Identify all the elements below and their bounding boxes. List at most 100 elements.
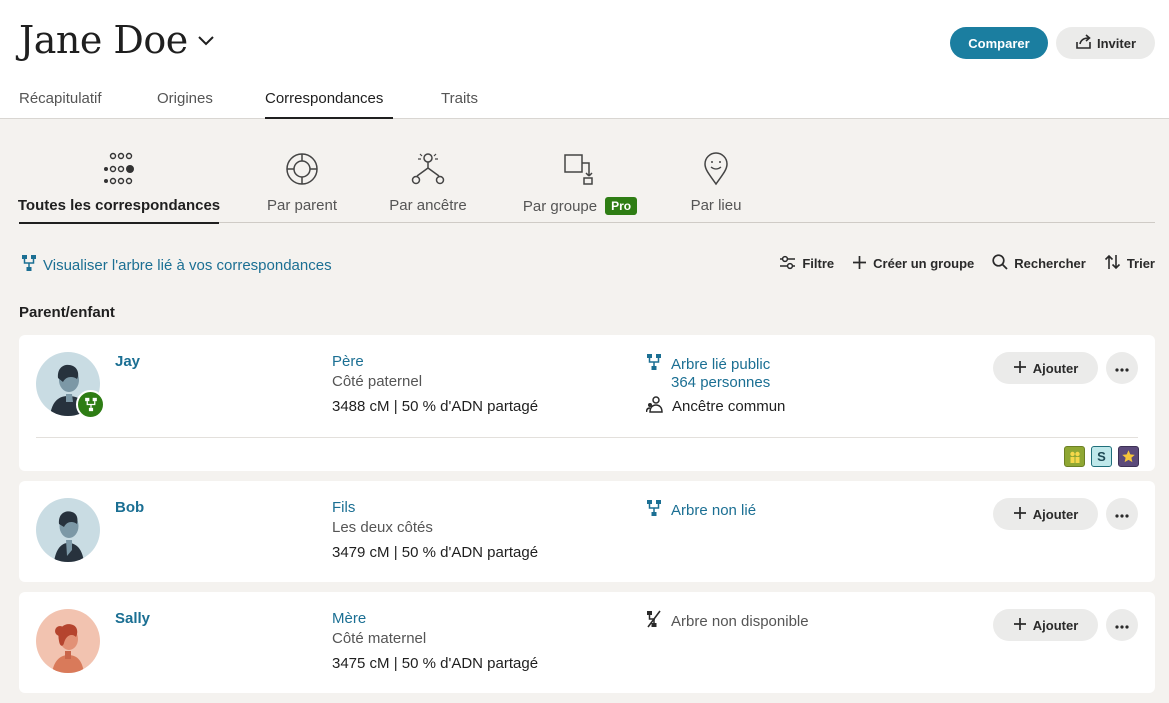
avatar[interactable] [36,498,100,562]
add-button[interactable]: Ajouter [993,498,1098,530]
main-tabs: Récapitulatif Origines Correspondances T… [19,90,481,119]
subtab-label: Par ancêtre [389,197,467,214]
plus-icon [1013,506,1027,523]
match-relationship[interactable]: Fils [332,499,355,516]
match-toolbar: Filtre Créer un groupe Rechercher Trier [779,254,1155,273]
tab-traits[interactable]: Traits [441,90,481,119]
matches-content: Toutes les correspondances Par parent Pa… [0,119,1169,703]
match-name[interactable]: Bob [115,499,144,516]
tree-status-link[interactable]: Arbre lié public [646,353,770,375]
section-title: Parent/enfant [19,304,115,321]
match-badges: S [1064,446,1139,467]
tab-label: Correspondances [265,90,384,107]
tree-unavailable-icon [646,610,662,632]
sort-label: Trier [1126,256,1155,271]
subtab-label: Par lieu [690,197,742,214]
sort-arrows-icon [1104,254,1121,273]
match-relationship[interactable]: Mère [332,610,366,627]
subtab-by-parent[interactable]: Par parent [265,149,339,223]
tree-status-link[interactable]: Arbre non lié [646,499,756,521]
sort-button[interactable]: Trier [1104,254,1155,273]
tree-icon [646,499,662,521]
tab-label: Origines [157,90,213,107]
ancestor-branch-icon [386,149,470,189]
sliders-icon [779,255,796,273]
search-icon [992,254,1008,273]
tree-status-label: Arbre lié public [671,355,771,373]
people-icon [645,396,664,417]
tree-persons-count[interactable]: 364 personnes [671,374,770,391]
card-divider [36,437,1138,438]
common-ancestor-label: Ancêtre commun [672,398,786,415]
plus-icon [852,255,867,273]
more-horizontal-icon [1115,505,1129,523]
shared-dna: 3475 cM | 50 % d'ADN partagé [332,655,539,672]
share-icon [1075,33,1092,53]
match-side: Les deux côtés [332,519,433,536]
match-filter-tabs: Toutes les correspondances Par parent Pa… [17,149,1155,224]
match-name[interactable]: Sally [115,610,150,627]
add-button-label: Ajouter [1032,360,1079,376]
avatar[interactable] [36,609,100,673]
match-card: Bob Fils Les deux côtés 3479 cM | 50 % d… [19,481,1155,582]
family-badge-icon[interactable] [1064,446,1085,467]
tree-icon [646,353,662,375]
create-group-button[interactable]: Créer un groupe [852,255,974,273]
location-pin-icon [690,149,742,189]
tree-icon [21,254,37,276]
match-relationship[interactable]: Père [332,353,364,370]
add-button[interactable]: Ajouter [993,609,1098,641]
common-ancestor[interactable]: Ancêtre commun [645,396,786,417]
star-badge-icon[interactable] [1118,446,1139,467]
subtab-by-ancestor[interactable]: Par ancêtre [386,149,470,223]
match-card: Jay Père Côté paternel 3488 cM | 50 % d'… [19,335,1155,471]
subtab-by-location[interactable]: Par lieu [690,149,742,223]
tab-recapitulatif[interactable]: Récapitulatif [19,90,157,119]
compare-button-label: Comparer [968,35,1030,51]
linked-tree-badge [76,390,105,419]
profile-name[interactable]: Jane Doe [19,18,188,62]
more-horizontal-icon [1115,359,1129,377]
more-options-button[interactable] [1106,609,1138,641]
page-header: Jane Doe Comparer Inviter Récapitulatif … [0,0,1169,119]
add-button-label: Ajouter [1032,506,1079,522]
pro-badge: Pro [605,197,638,215]
more-options-button[interactable] [1106,498,1138,530]
parent-circle-icon [265,149,339,189]
search-label: Rechercher [1014,256,1086,271]
filter-label: Filtre [802,256,835,271]
tab-origines[interactable]: Origines [157,90,265,119]
view-linked-tree-link[interactable]: Visualiser l'arbre lié à vos corresponda… [21,254,332,276]
profile-name-selector[interactable]: Jane Doe [19,18,214,62]
filter-button[interactable]: Filtre [779,255,834,273]
more-options-button[interactable] [1106,352,1138,384]
match-card: Sally Mère Côté maternel 3475 cM | 50 % … [19,592,1155,693]
chevron-down-icon[interactable] [198,33,214,51]
invite-button-label: Inviter [1096,35,1136,51]
s-badge[interactable]: S [1091,446,1112,467]
match-name[interactable]: Jay [115,353,140,370]
subtab-all-matches[interactable]: Toutes les correspondances [17,149,221,224]
subtab-label: Toutes les correspondances [17,197,221,214]
tree-status-label: Arbre non lié [671,501,757,519]
tab-label: Récapitulatif [19,90,102,107]
more-horizontal-icon [1115,616,1129,634]
tab-correspondances[interactable]: Correspondances [265,90,393,119]
group-squares-icon [518,149,642,189]
shared-dna: 3479 cM | 50 % d'ADN partagé [332,544,539,561]
dots-cluster-icon [19,149,219,189]
create-group-label: Créer un groupe [873,256,975,271]
match-side: Côté maternel [332,630,427,647]
add-button[interactable]: Ajouter [993,352,1098,384]
subtab-by-group[interactable]: Par groupe Pro [518,149,642,223]
subtab-label: Par parent [266,197,338,214]
tree-status: Arbre non disponible [646,610,809,632]
tab-label: Traits [441,90,478,107]
search-button[interactable]: Rechercher [992,254,1086,273]
plus-icon [1013,617,1027,634]
compare-button[interactable]: Comparer [950,27,1048,59]
view-linked-tree-label: Visualiser l'arbre lié à vos corresponda… [43,256,332,274]
plus-icon [1013,360,1027,377]
tree-status-label: Arbre non disponible [671,612,809,630]
invite-button[interactable]: Inviter [1056,27,1155,59]
